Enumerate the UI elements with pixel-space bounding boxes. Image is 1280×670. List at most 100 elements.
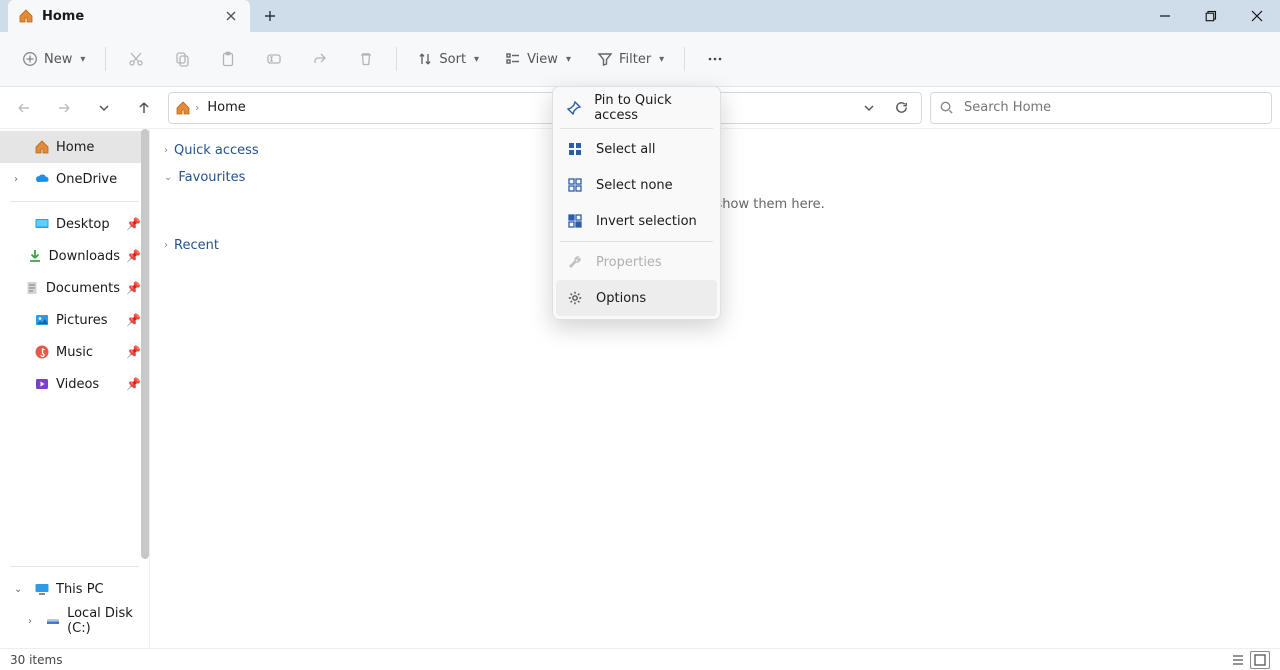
group-label: Favourites <box>178 170 245 185</box>
sidebar-item-home[interactable]: Home <box>0 131 149 163</box>
breadcrumb-label: Home <box>207 100 245 115</box>
more-button[interactable] <box>697 41 733 77</box>
sidebar: Home › OneDrive Desktop 📌 Downloads 📌 Do… <box>0 129 150 648</box>
sidebar-item-downloads[interactable]: Downloads 📌 <box>0 240 149 272</box>
menu-divider <box>560 128 713 129</box>
chevron-right-icon: › <box>164 240 168 251</box>
minimize-button[interactable] <box>1142 0 1188 32</box>
menu-label: Select none <box>596 178 673 193</box>
music-icon <box>34 344 50 360</box>
sidebar-item-local-disk[interactable]: › Local Disk (C:) <box>0 605 149 637</box>
overflow-menu: Pin to Quick access Select all Select no… <box>552 86 721 320</box>
menu-invert-selection[interactable]: Invert selection <box>556 203 717 239</box>
sidebar-divider <box>10 566 139 567</box>
sidebar-item-documents[interactable]: Documents 📌 <box>0 272 149 304</box>
thumbnails-view-button[interactable] <box>1250 651 1270 669</box>
back-button[interactable] <box>8 92 40 124</box>
sidebar-item-desktop[interactable]: Desktop 📌 <box>0 208 149 240</box>
scrollbar-thumb[interactable] <box>141 129 149 559</box>
drive-icon <box>45 613 61 629</box>
forward-button[interactable] <box>48 92 80 124</box>
search-input[interactable] <box>962 99 1263 116</box>
toolbar: New ▾ Sort ▾ View ▾ Filter ▾ <box>0 32 1280 87</box>
home-icon <box>34 139 50 155</box>
menu-select-none[interactable]: Select none <box>556 167 717 203</box>
pin-icon[interactable]: 📌 <box>126 313 141 327</box>
expand-icon[interactable]: › <box>14 174 28 185</box>
refresh-button[interactable] <box>887 94 915 122</box>
menu-label: Options <box>596 291 646 306</box>
sidebar-item-this-pc[interactable]: ⌄ This PC <box>0 573 149 605</box>
menu-options[interactable]: Options <box>556 280 717 316</box>
menu-label: Properties <box>596 255 662 270</box>
sidebar-item-label: OneDrive <box>56 172 117 187</box>
toolbar-divider <box>396 47 397 71</box>
menu-label: Pin to Quick access <box>594 93 707 123</box>
chevron-down-icon: ▾ <box>80 54 85 65</box>
sidebar-item-videos[interactable]: Videos 📌 <box>0 368 149 400</box>
recent-locations-button[interactable] <box>88 92 120 124</box>
cut-button[interactable] <box>118 41 154 77</box>
sidebar-item-onedrive[interactable]: › OneDrive <box>0 163 149 195</box>
pin-icon[interactable]: 📌 <box>126 281 141 295</box>
status-count: 30 items <box>10 653 62 667</box>
menu-select-all[interactable]: Select all <box>556 131 717 167</box>
details-view-button[interactable] <box>1228 651 1248 669</box>
search-box[interactable] <box>930 92 1272 124</box>
sidebar-item-label: Desktop <box>56 217 110 232</box>
rename-button[interactable] <box>256 41 292 77</box>
expand-icon[interactable]: › <box>28 616 39 627</box>
collapse-icon[interactable]: ⌄ <box>14 584 28 595</box>
menu-pin-quick-access[interactable]: Pin to Quick access <box>556 90 717 126</box>
group-label: Quick access <box>174 143 259 158</box>
menu-divider <box>560 241 713 242</box>
desktop-icon <box>34 216 50 232</box>
tab-close-button[interactable] <box>222 7 240 25</box>
new-button[interactable]: New ▾ <box>14 41 93 77</box>
sidebar-item-label: Pictures <box>56 313 107 328</box>
menu-label: Select all <box>596 142 655 157</box>
sidebar-item-music[interactable]: Music 📌 <box>0 336 149 368</box>
sidebar-item-pictures[interactable]: Pictures 📌 <box>0 304 149 336</box>
pin-icon[interactable]: 📌 <box>126 345 141 359</box>
menu-label: Invert selection <box>596 214 697 229</box>
view-button[interactable]: View ▾ <box>497 41 579 77</box>
pin-icon[interactable]: 📌 <box>126 217 141 231</box>
paste-button[interactable] <box>210 41 246 77</box>
select-all-icon <box>566 140 584 158</box>
close-window-button[interactable] <box>1234 0 1280 32</box>
filter-button[interactable]: Filter ▾ <box>589 41 672 77</box>
maximize-button[interactable] <box>1188 0 1234 32</box>
tab-home[interactable]: Home <box>8 0 250 32</box>
share-button[interactable] <box>302 41 338 77</box>
up-button[interactable] <box>128 92 160 124</box>
filter-label: Filter <box>619 52 651 67</box>
onedrive-icon <box>34 171 50 187</box>
sidebar-divider <box>10 201 139 202</box>
address-bar[interactable]: › Home <box>168 92 922 124</box>
breadcrumb-home[interactable]: Home <box>203 98 249 117</box>
videos-icon <box>34 376 50 392</box>
window-controls <box>1142 0 1280 32</box>
new-tab-button[interactable] <box>256 2 284 30</box>
menu-properties: Properties <box>556 244 717 280</box>
toolbar-divider <box>684 47 685 71</box>
pin-icon[interactable]: 📌 <box>126 377 141 391</box>
sort-button[interactable]: Sort ▾ <box>409 41 487 77</box>
sidebar-item-label: This PC <box>56 582 104 597</box>
address-history-button[interactable] <box>855 94 883 122</box>
chevron-down-icon: ▾ <box>474 54 479 65</box>
status-bar: 30 items <box>0 648 1280 670</box>
sidebar-item-label: Downloads <box>49 249 120 264</box>
home-icon <box>175 100 191 116</box>
toolbar-divider <box>105 47 106 71</box>
chevron-down-icon: ▾ <box>566 54 571 65</box>
copy-button[interactable] <box>164 41 200 77</box>
pin-icon[interactable]: 📌 <box>126 249 141 263</box>
delete-button[interactable] <box>348 41 384 77</box>
empty-hint: files, we'll show them here. <box>176 197 1272 212</box>
tab-title: Home <box>42 9 214 24</box>
titlebar: Home <box>0 0 1280 32</box>
sidebar-item-label: Videos <box>56 377 99 392</box>
pin-icon <box>566 99 582 117</box>
